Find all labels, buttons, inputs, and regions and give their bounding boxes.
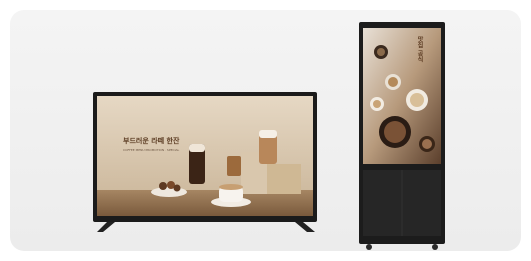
kiosk-ad-headline: 맛집 공식 bbox=[416, 36, 423, 63]
tv-display: 부드러운 라떼 한잔 COFFEE MENU PROMOTION · SPECI… bbox=[93, 92, 325, 242]
tv-illustration bbox=[93, 92, 317, 232]
kiosk-display: 맛집 공식 bbox=[355, 22, 451, 252]
kiosk-illustration bbox=[359, 22, 445, 250]
tv-ad-subline: COFFEE MENU PROMOTION · SPECIAL bbox=[123, 148, 180, 152]
tv-ad-headline: 부드러운 라떼 한잔 bbox=[123, 137, 180, 145]
